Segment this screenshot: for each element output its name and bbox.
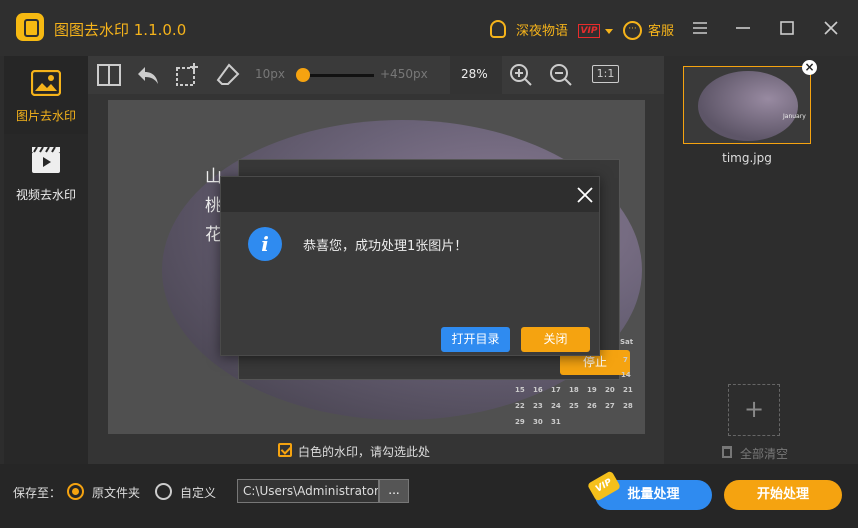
add-file-button[interactable]: +: [728, 384, 780, 436]
close-window-icon[interactable]: [821, 18, 841, 38]
undo-icon[interactable]: [135, 62, 161, 88]
brush-max-label: +450px: [380, 67, 428, 81]
calendar-day: 20: [605, 386, 615, 394]
menu-icon[interactable]: [690, 18, 710, 38]
calendar-day: 23: [533, 402, 543, 410]
dialog-header: [221, 177, 599, 212]
sidebar: 图片去水印 视频去水印: [4, 56, 88, 464]
customer-service-icon[interactable]: ···: [623, 21, 642, 40]
calendar-day: 22: [515, 402, 525, 410]
radio-original-folder-label[interactable]: 原文件夹: [92, 484, 140, 501]
customer-service-label[interactable]: 客服: [648, 20, 674, 39]
sidebar-item-video[interactable]: 视频去水印: [4, 136, 88, 214]
clear-all-button[interactable]: 全部清空: [740, 445, 788, 462]
dialog-close-icon[interactable]: [575, 185, 595, 205]
white-watermark-label[interactable]: 白色的水印，请勾选此处: [298, 443, 430, 460]
user-menu-chevron-icon[interactable]: [605, 29, 613, 34]
eraser-icon[interactable]: [215, 62, 241, 88]
brush-min-label: 10px: [255, 67, 285, 81]
video-icon: [32, 146, 60, 173]
calendar-day: 14: [621, 371, 631, 379]
start-process-button[interactable]: 开始处理: [724, 480, 842, 510]
save-to-label: 保存至：: [13, 486, 62, 500]
calendar-day: 17: [551, 386, 561, 394]
browse-button[interactable]: ...: [379, 479, 409, 503]
open-folder-button[interactable]: 打开目录: [441, 327, 510, 352]
sidebar-item-label: 视频去水印: [15, 188, 76, 202]
edit-toolbar: 10px +450px 28% 1:1: [88, 56, 664, 94]
calendar-day: 29: [515, 418, 525, 426]
radio-original-folder[interactable]: [67, 483, 84, 500]
dialog-message: 恭喜您，成功处理1张图片！: [303, 239, 468, 254]
app-title: 图图去水印 1.1.0.0: [54, 21, 187, 39]
calendar-day: 28: [623, 402, 633, 410]
select-area-icon[interactable]: [174, 62, 200, 88]
thumbnail-image: [698, 71, 798, 141]
zoom-in-icon[interactable]: [508, 62, 534, 88]
calendar-day: 26: [587, 402, 597, 410]
calendar-day: 18: [569, 386, 579, 394]
thumbnail-text: January: [783, 113, 806, 120]
calendar-day: 16: [533, 386, 543, 394]
sidebar-item-image[interactable]: 图片去水印: [4, 56, 88, 134]
image-icon: [31, 70, 61, 96]
minimize-icon[interactable]: [733, 18, 753, 38]
calendar-day: 24: [551, 402, 561, 410]
trash-icon[interactable]: [722, 446, 732, 458]
calendar-day: 30: [533, 418, 543, 426]
file-name: timg.jpg: [722, 151, 772, 165]
brush-size-handle[interactable]: [296, 68, 310, 82]
success-dialog: i 恭喜您，成功处理1张图片！ 打开目录 关闭: [220, 176, 600, 356]
zoom-level: 28%: [461, 67, 488, 81]
vip-badge[interactable]: VIP: [578, 24, 600, 38]
calendar-day: 7: [623, 356, 628, 364]
calendar-day: 25: [569, 402, 579, 410]
app-window: 图图去水印 1.1.0.0 深夜物语 VIP ··· 客服 图片去水印 视频去水…: [0, 0, 858, 528]
compare-icon[interactable]: [96, 62, 122, 88]
white-watermark-checkbox[interactable]: [278, 443, 292, 457]
calendar-day: 21: [623, 386, 633, 394]
title-bar: 图图去水印 1.1.0.0 深夜物语 VIP ··· 客服: [0, 0, 858, 56]
calendar-day: 27: [605, 402, 615, 410]
user-icon[interactable]: [490, 20, 506, 38]
username[interactable]: 深夜物语: [516, 20, 568, 39]
save-path-input[interactable]: C:\Users\Administrator: [237, 479, 379, 503]
file-thumbnail[interactable]: January: [683, 66, 811, 144]
sidebar-item-label: 图片去水印: [15, 109, 76, 123]
actual-size-button[interactable]: 1:1: [592, 65, 619, 83]
calendar-day: 31: [551, 418, 561, 426]
maximize-icon[interactable]: [777, 18, 797, 38]
radio-custom-label[interactable]: 自定义: [180, 484, 216, 501]
remove-file-icon[interactable]: ×: [802, 60, 817, 75]
calendar-day: 15: [515, 386, 525, 394]
radio-custom[interactable]: [155, 483, 172, 500]
calendar-day-label: Sat: [620, 338, 634, 346]
info-icon: i: [248, 227, 282, 261]
app-logo-icon: [16, 13, 44, 41]
dialog-close-button[interactable]: 关闭: [521, 327, 590, 352]
calendar-day: 19: [587, 386, 597, 394]
zoom-out-icon[interactable]: [548, 62, 574, 88]
